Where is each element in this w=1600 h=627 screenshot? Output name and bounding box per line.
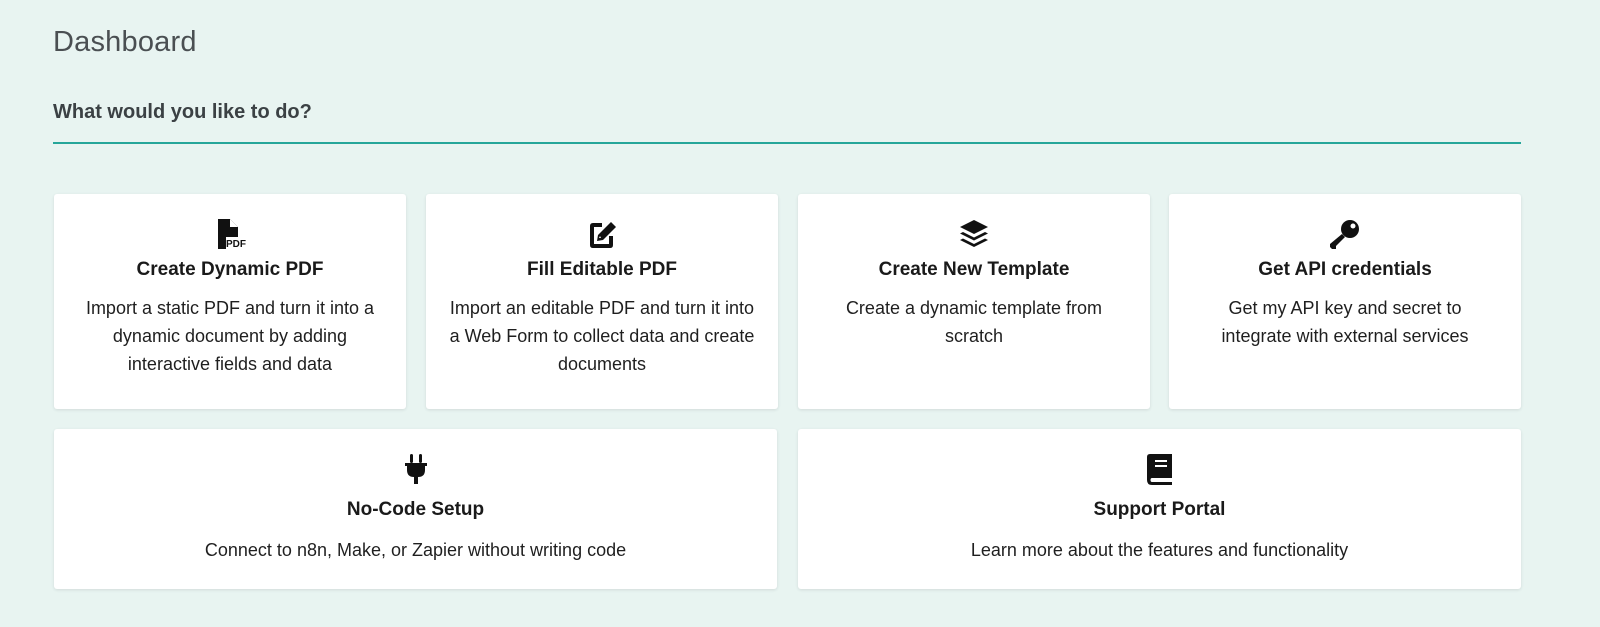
section-heading: What would you like to do? bbox=[53, 101, 312, 123]
no-code-setup-card[interactable]: No-Code Setup Connect to n8n, Make, or Z… bbox=[54, 429, 777, 589]
plug-icon bbox=[399, 452, 433, 486]
svg-text:PDF: PDF bbox=[226, 239, 246, 250]
card-description: Import a static PDF and turn it into a d… bbox=[85, 298, 375, 374]
file-pdf-icon: PDF bbox=[213, 217, 247, 251]
card-title: Support Portal bbox=[1093, 499, 1226, 520]
get-api-credentials-card[interactable]: Get API credentials Get my API key and s… bbox=[1169, 194, 1521, 409]
page-title: Dashboard bbox=[53, 26, 197, 58]
create-new-template-card[interactable]: Create New Template Create a dynamic tem… bbox=[798, 194, 1150, 409]
edit-icon bbox=[585, 217, 619, 251]
dashboard-page: Dashboard What would you like to do? PDF… bbox=[0, 0, 1600, 627]
card-description: Create a dynamic template from scratch bbox=[845, 298, 1103, 346]
layers-icon bbox=[957, 217, 991, 251]
section-divider bbox=[53, 142, 1521, 144]
card-description: Learn more about the features and functi… bbox=[970, 540, 1349, 560]
card-title: Get API credentials bbox=[1258, 259, 1432, 280]
book-icon bbox=[1143, 452, 1177, 486]
key-icon bbox=[1328, 217, 1362, 251]
card-title: Fill Editable PDF bbox=[527, 259, 677, 280]
card-description: Get my API key and secret to integrate w… bbox=[1221, 298, 1469, 346]
support-portal-card[interactable]: Support Portal Learn more about the feat… bbox=[798, 429, 1521, 589]
fill-editable-pdf-card[interactable]: Fill Editable PDF Import an editable PDF… bbox=[426, 194, 778, 409]
card-title: Create New Template bbox=[878, 259, 1070, 280]
card-description: Connect to n8n, Make, or Zapier without … bbox=[204, 540, 627, 560]
card-title: Create Dynamic PDF bbox=[136, 259, 324, 280]
card-description: Import an editable PDF and turn it into … bbox=[449, 298, 755, 374]
card-title: No-Code Setup bbox=[346, 499, 485, 520]
create-dynamic-pdf-card[interactable]: PDF Create Dynamic PDF Import a static P… bbox=[54, 194, 406, 409]
